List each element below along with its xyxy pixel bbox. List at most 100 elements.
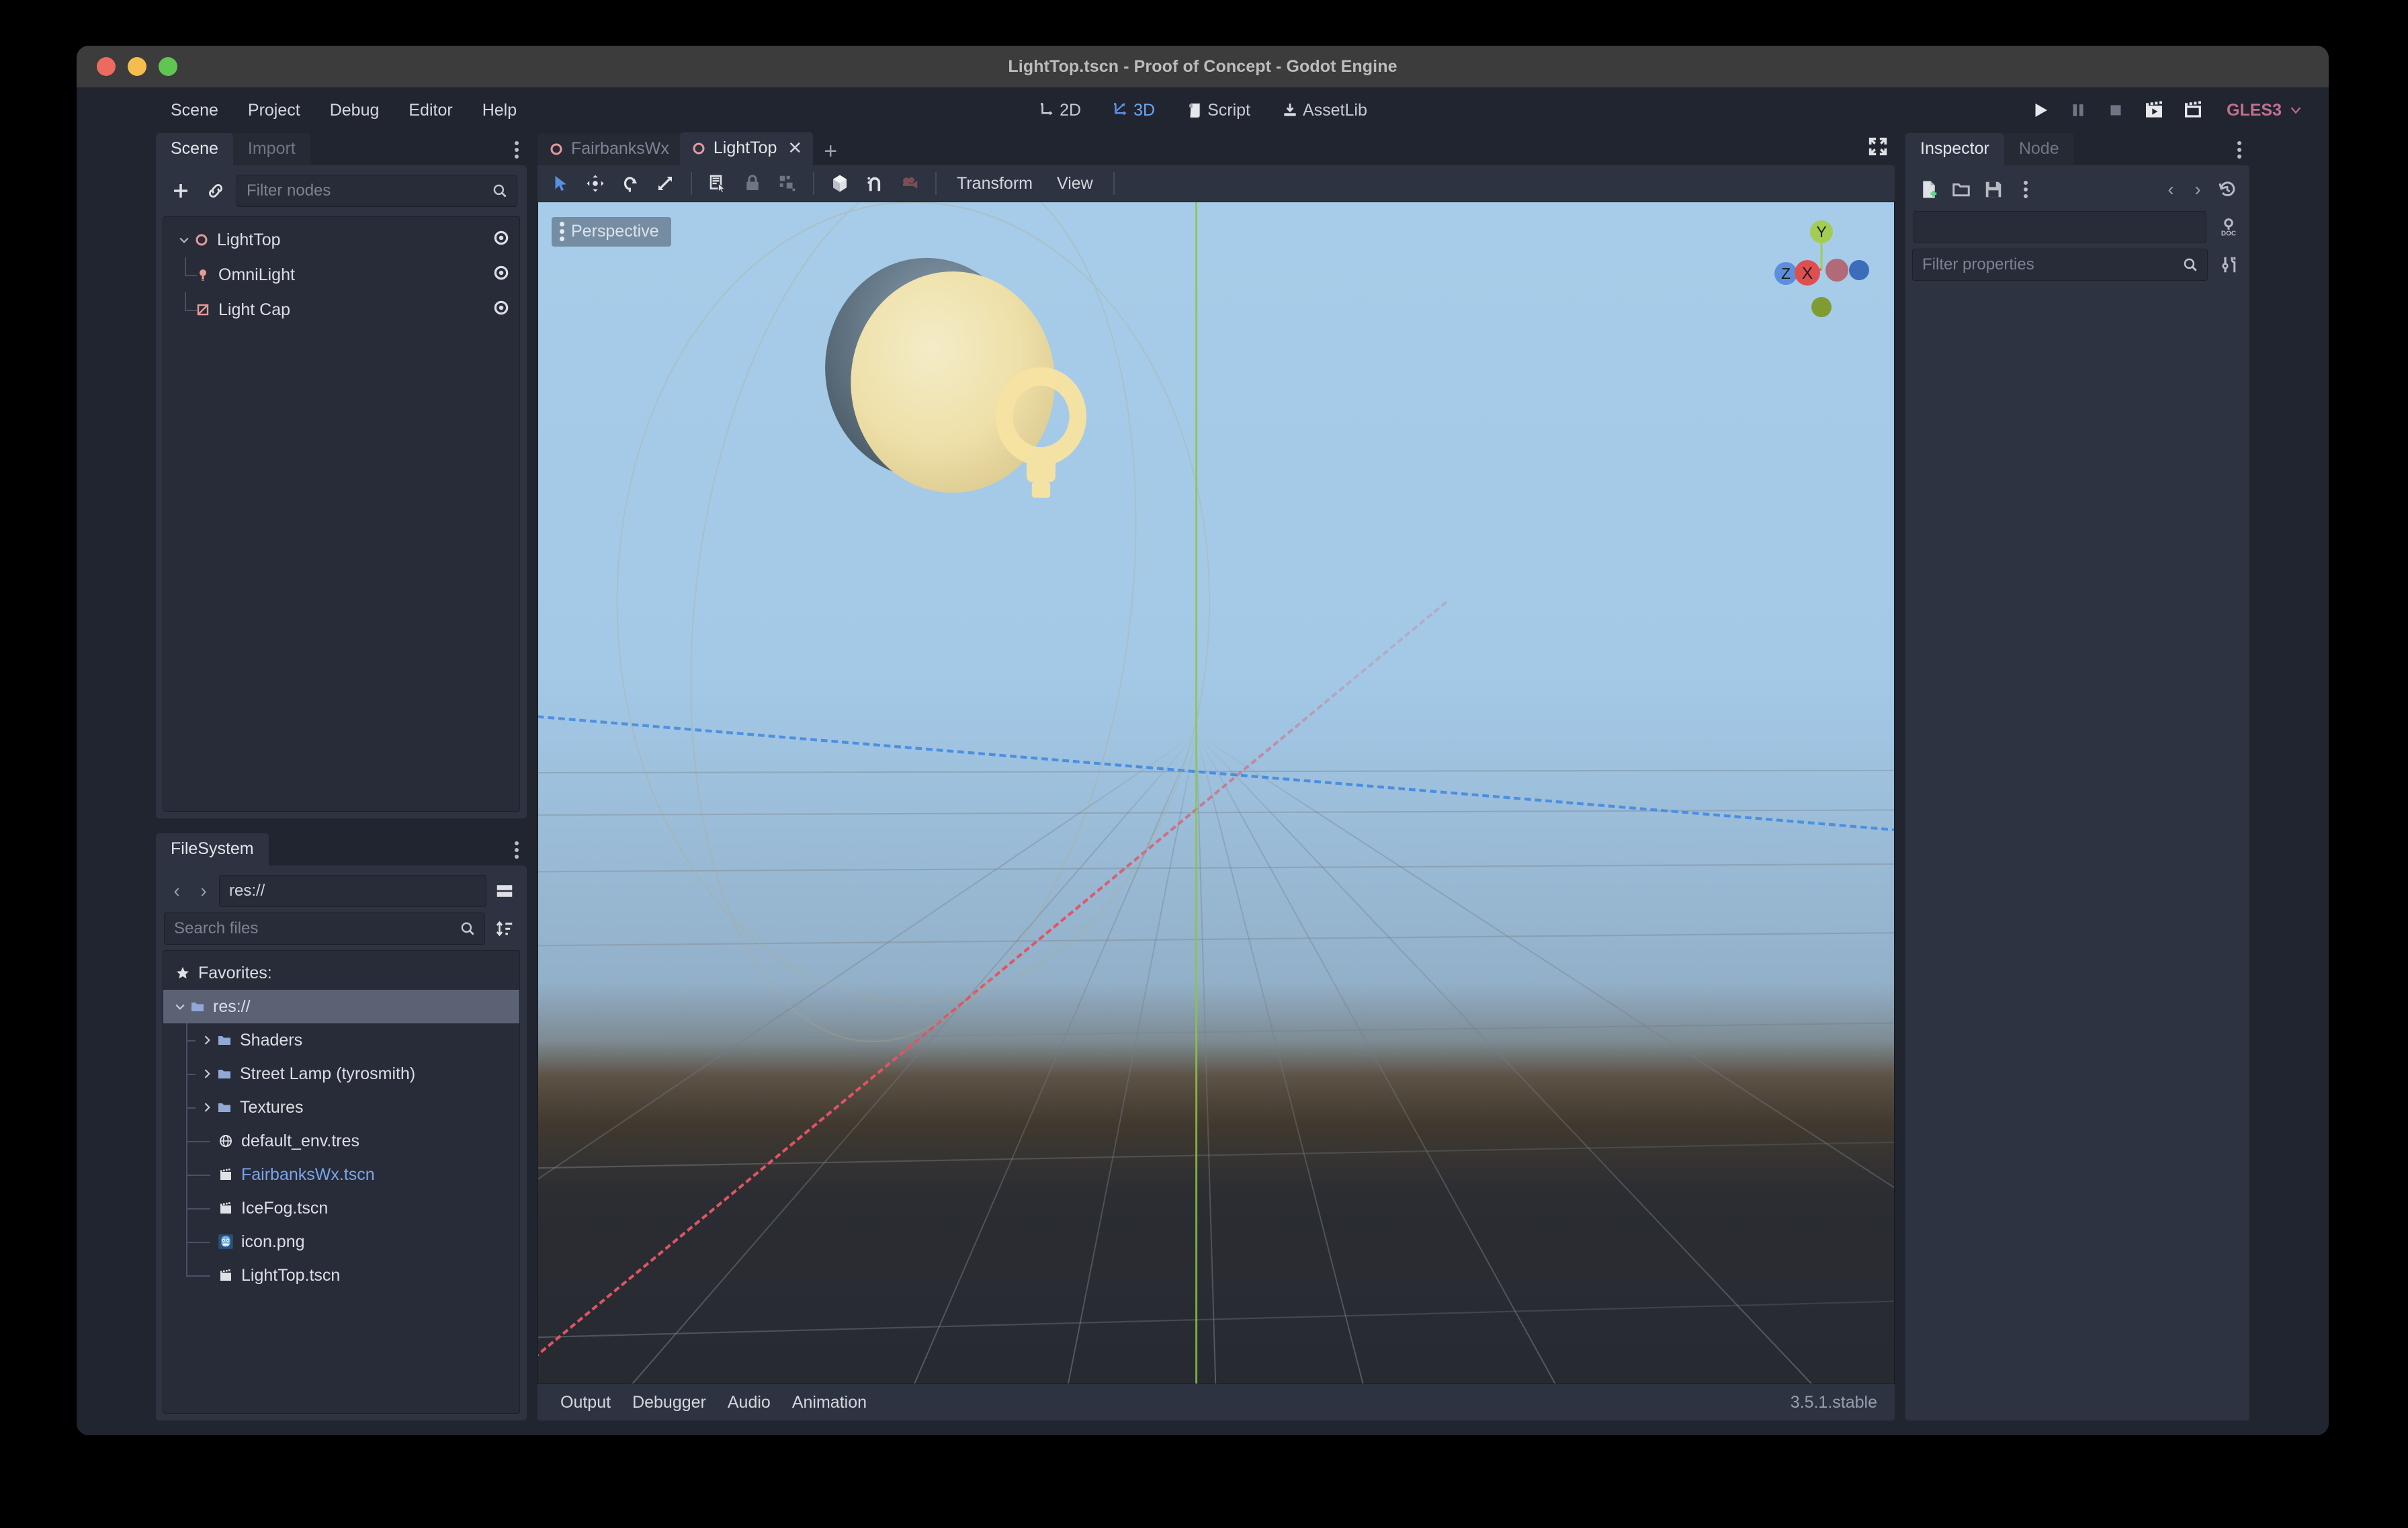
expand-arrow-icon[interactable] (198, 1101, 216, 1114)
snap-mode-button[interactable] (859, 169, 891, 198)
inspector-dock-menu-button[interactable] (2233, 140, 2245, 160)
menu-editor[interactable]: Editor (394, 95, 467, 126)
menu-debug[interactable]: Debug (315, 95, 394, 126)
add-node-button[interactable] (167, 177, 195, 205)
tab-assetlib[interactable]: AssetLib (1271, 96, 1378, 125)
nav-back-button[interactable]: ‹ (165, 876, 188, 906)
object-tools-button[interactable] (2214, 251, 2243, 279)
menu-help[interactable]: Help (468, 95, 531, 126)
current-path-field[interactable] (219, 875, 486, 907)
viewport-perspective-menu[interactable]: Perspective (552, 217, 671, 247)
toggle-split-mode-button[interactable] (490, 877, 519, 905)
inspector-dock: Inspector Node ‹ › DOC Filter properties (1905, 133, 2249, 1420)
history-next-button[interactable]: › (2186, 175, 2209, 204)
visibility-eye-icon[interactable] (492, 299, 510, 321)
filter-nodes-field[interactable] (236, 175, 517, 207)
renderer-selector[interactable]: GLES3 (2221, 98, 2309, 123)
filesystem-row-street-lamp[interactable]: Street Lamp (tyrosmith) (163, 1057, 519, 1091)
scene-tab-fairbankswx[interactable]: FairbanksWx (538, 134, 680, 165)
filter-properties-field[interactable] (1912, 249, 2208, 281)
search-doc-icon: DOC (2221, 218, 2236, 237)
rotate-mode-button[interactable] (614, 169, 646, 198)
expand-arrow-icon[interactable] (198, 1067, 216, 1080)
expand-arrow-icon[interactable] (175, 233, 193, 247)
play-button[interactable] (2030, 100, 2051, 120)
gizmo-y-label: Y (1816, 223, 1826, 241)
filesystem-row-res[interactable]: res:// (163, 990, 519, 1023)
move-mode-button[interactable] (579, 169, 611, 198)
history-prev-button[interactable]: ‹ (2159, 175, 2182, 204)
local-space-button[interactable] (824, 169, 856, 198)
filesystem-row-shaders[interactable]: Shaders (163, 1023, 519, 1057)
tab-filesystem[interactable]: FileSystem (156, 833, 269, 865)
new-scene-tab-button[interactable]: + (813, 140, 848, 165)
bottom-panel-animation[interactable]: Animation (781, 1389, 877, 1416)
bottom-panel-audio[interactable]: Audio (717, 1389, 781, 1416)
group-selected-button[interactable] (771, 169, 804, 198)
save-resource-button[interactable] (1979, 175, 2008, 204)
lock-selected-button[interactable] (736, 169, 769, 198)
filter-nodes-input[interactable] (247, 181, 486, 200)
view-menu[interactable]: View (1046, 169, 1104, 198)
3d-viewport[interactable]: Perspective Y Z X (538, 202, 1895, 1384)
filesystem-row-textures[interactable]: Textures (163, 1091, 519, 1124)
filesystem-row-lighttop[interactable]: LightTop.tscn (163, 1259, 519, 1292)
filesystem-row-fairbankswx[interactable]: FairbanksWx.tscn (163, 1158, 519, 1191)
tab-2d[interactable]: 2D (1027, 96, 1092, 125)
transform-menu[interactable]: Transform (946, 169, 1043, 198)
vertical-dots-icon (515, 141, 519, 159)
axis-gizmo[interactable]: Y Z X (1768, 217, 1875, 325)
distraction-free-mode-button[interactable] (1866, 135, 1889, 161)
2d-icon (1041, 102, 1053, 116)
list-select-button[interactable] (701, 169, 734, 198)
filesystem-row-default-env[interactable]: default_env.tres (163, 1124, 519, 1158)
scene-tree-row-omnilight[interactable]: OmniLight (163, 257, 519, 292)
play-scene-button[interactable] (2143, 99, 2165, 121)
history-button[interactable] (2213, 175, 2241, 204)
filesystem-row-icefog[interactable]: IceFog.tscn (163, 1191, 519, 1225)
play-custom-scene-button[interactable] (2182, 99, 2204, 121)
nav-forward-button[interactable]: › (192, 876, 215, 906)
scene-tree-row-lighttop[interactable]: LightTop (163, 222, 519, 257)
tab-node[interactable]: Node (2004, 133, 2074, 165)
scene-tree-row-light-cap[interactable]: Light Cap (163, 292, 519, 327)
scale-mode-button[interactable] (649, 169, 681, 198)
expand-arrow-icon[interactable] (198, 1033, 216, 1047)
tab-script[interactable]: Script (1175, 96, 1261, 125)
stop-button[interactable] (2106, 100, 2126, 120)
bottom-panel-output[interactable]: Output (550, 1389, 621, 1416)
vertical-dots-icon (2237, 141, 2241, 159)
expand-arrow-icon[interactable] (171, 1000, 189, 1013)
tab-import[interactable]: Import (232, 133, 310, 165)
bottom-panel-debugger[interactable]: Debugger (621, 1389, 717, 1416)
inspector-resource-field[interactable] (1914, 211, 2206, 243)
load-resource-button[interactable] (1947, 175, 1975, 204)
new-resource-button[interactable] (1915, 175, 1943, 204)
tab-inspector[interactable]: Inspector (1905, 133, 2004, 165)
tab-scene[interactable]: Scene (156, 133, 233, 165)
menu-project[interactable]: Project (233, 95, 315, 126)
assetlib-icon (1284, 103, 1296, 116)
filter-properties-input[interactable] (1922, 255, 2176, 274)
scene-tab-lighttop[interactable]: LightTop ✕ (679, 132, 814, 165)
open-docs-button[interactable]: DOC (2214, 213, 2243, 241)
tab-3d[interactable]: 3D (1101, 96, 1166, 125)
filesystem-dock-menu-button[interactable] (511, 840, 523, 860)
tree-guide-elbow (185, 275, 197, 276)
scene-dock-menu-button[interactable] (511, 140, 523, 160)
pause-button[interactable] (2068, 100, 2088, 120)
search-files-input[interactable] (174, 919, 454, 938)
inspector-extra-options-button[interactable] (2012, 175, 2040, 204)
search-files-field[interactable] (164, 912, 485, 945)
scene-tree-toolbar (163, 172, 520, 214)
close-icon[interactable]: ✕ (787, 138, 802, 159)
sort-files-button[interactable] (490, 915, 519, 943)
select-mode-button[interactable] (544, 169, 576, 198)
visibility-eye-icon[interactable] (492, 264, 510, 286)
camera-preview-button[interactable] (894, 169, 926, 198)
menu-scene[interactable]: Scene (156, 95, 233, 126)
instance-scene-button[interactable] (202, 177, 230, 205)
filesystem-row-icon-png[interactable]: icon.png (163, 1225, 519, 1259)
current-path-input[interactable] (229, 882, 478, 900)
visibility-eye-icon[interactable] (492, 229, 510, 251)
